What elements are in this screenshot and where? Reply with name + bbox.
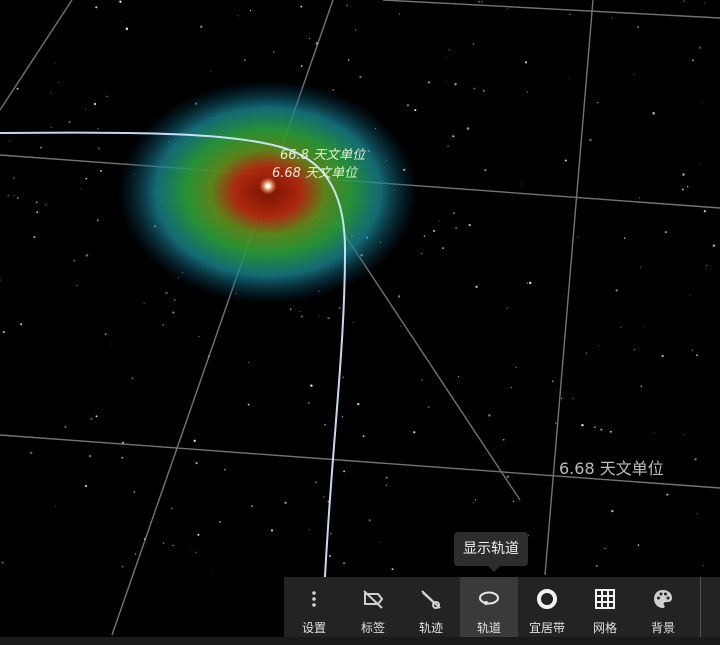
orbit-distance-label: 66.8 天文单位 [280,147,367,163]
habitable-zone-label: 宜居带 [528,621,565,635]
background-button[interactable]: 背景 [634,577,692,637]
grid-label: 网格 [592,621,617,635]
trails-toggle-button[interactable]: 轨迹 [402,577,460,637]
toolbar: 设置 标签 轨迹 轨道 宜居带 网格 背景 [284,577,720,637]
labels-toggle-button[interactable]: 标签 [344,577,402,637]
trails-label: 轨迹 [418,621,443,635]
toolbar-edge [700,577,707,637]
tooltip-arrow [488,566,500,572]
bottom-strip [0,637,720,645]
settings-button[interactable]: 设置 [284,577,344,637]
orbits-label: 轨道 [476,621,501,635]
ring-icon [535,581,559,617]
star-distance-label: 6.68 天文单位 [272,165,359,181]
grid-toggle-button[interactable]: 网格 [576,577,634,637]
orbit-icon [477,581,501,617]
palette-icon [651,581,675,617]
space-scene[interactable]: 66.8 天文单位 6.68 天文单位 6.68 天文单位 [0,0,720,645]
more-vertical-icon [304,581,324,617]
label-off-icon [361,581,385,617]
tooltip-text: 显示轨道 [463,541,519,557]
labels-label: 标签 [360,621,385,635]
tooltip: 显示轨道 [454,532,528,572]
trail-off-icon [419,581,443,617]
grid-icon [594,581,616,617]
habitable-zone-toggle-button[interactable]: 宜居带 [518,577,576,637]
background-label: 背景 [650,621,675,635]
orbits-toggle-button[interactable]: 轨道 [460,577,518,637]
grid-distance-label: 6.68 天文单位 [559,459,664,478]
settings-label: 设置 [301,621,326,635]
